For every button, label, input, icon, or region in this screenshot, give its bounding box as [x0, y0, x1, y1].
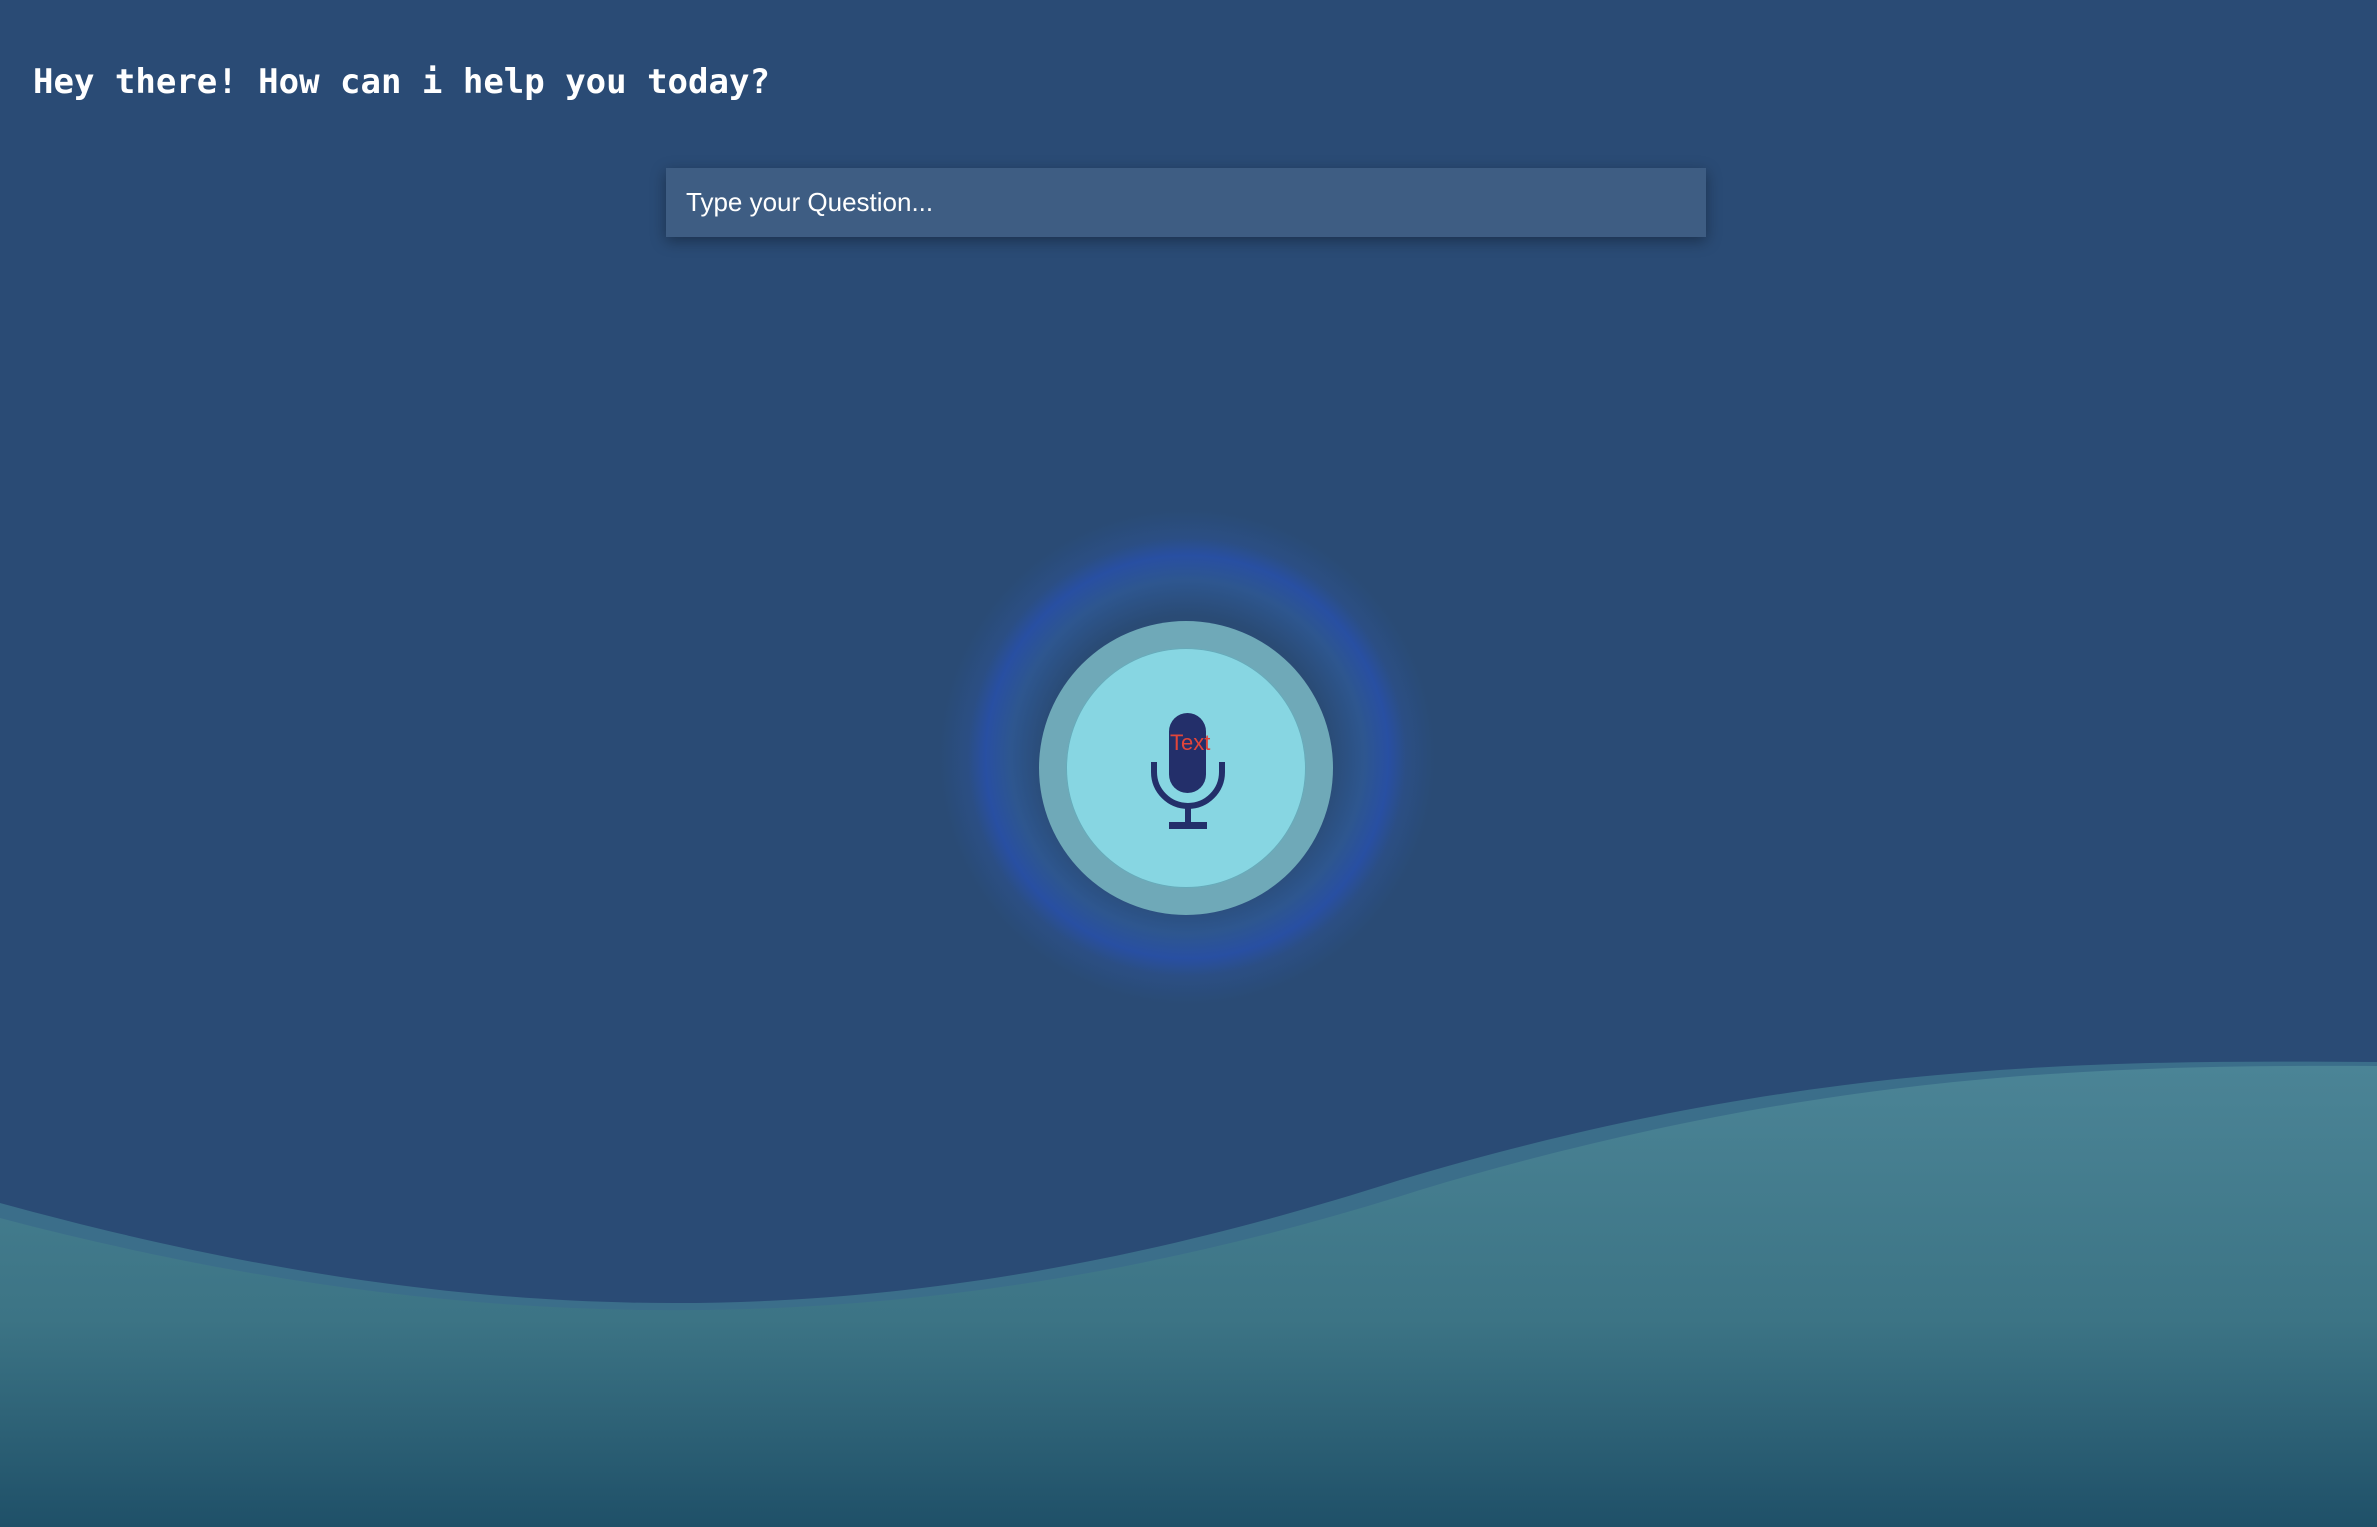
microphone-icon — [1151, 713, 1225, 829]
question-input[interactable] — [666, 168, 1706, 237]
background-wave — [0, 1061, 2377, 1527]
greeting-heading: Hey there! How can i help you today? — [33, 62, 770, 102]
mic-label: Text — [1170, 730, 1211, 755]
